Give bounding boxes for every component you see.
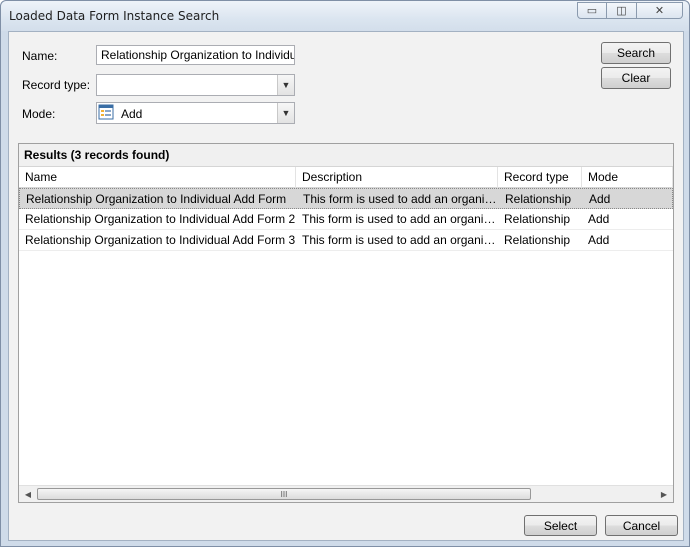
table-row[interactable]: Relationship Organization to Individual …: [19, 209, 673, 230]
name-label: Name:: [22, 49, 58, 63]
column-header-record-type[interactable]: Record type: [498, 167, 582, 188]
dialog-window: Loaded Data Form Instance Search ▭ ◫ ✕ N…: [0, 0, 690, 547]
scroll-right-icon[interactable]: ▶: [657, 488, 671, 500]
cell-mode: Add: [588, 212, 610, 226]
minimize-icon: ▭: [586, 5, 598, 17]
cell-record-type: Relationship: [505, 192, 572, 206]
cell-record-type: Relationship: [504, 212, 571, 226]
window-title: Loaded Data Form Instance Search: [9, 9, 220, 23]
cell-mode: Add: [588, 233, 610, 247]
cell-mode: Add: [589, 192, 611, 206]
close-button[interactable]: ✕: [637, 2, 683, 19]
close-icon: ✕: [654, 5, 665, 17]
column-header-description[interactable]: Description: [296, 167, 498, 188]
cell-name: Relationship Organization to Individual …: [25, 233, 296, 247]
title-bar[interactable]: Loaded Data Form Instance Search ▭ ◫ ✕: [1, 1, 689, 31]
record-type-dropdown-button[interactable]: ▼: [277, 75, 294, 95]
caption-buttons: ▭ ◫ ✕: [577, 2, 683, 20]
cell-name: Relationship Organization to Individual …: [25, 212, 296, 226]
cell-description: This form is used to add an organizati..…: [302, 233, 498, 247]
maximize-button[interactable]: ◫: [607, 2, 637, 19]
results-panel: Results (3 records found) Name Descripti…: [18, 143, 674, 503]
cell-description: This form is used to add an organizati..…: [302, 212, 498, 226]
record-type-label: Record type:: [22, 78, 91, 92]
cell-description: This form is used to add an organizati..…: [303, 192, 499, 206]
minimize-button[interactable]: ▭: [577, 2, 607, 19]
mode-label: Mode:: [22, 107, 56, 121]
results-title: Results (3 records found): [19, 144, 673, 166]
mode-dropdown-button[interactable]: ▼: [277, 103, 294, 123]
clear-button[interactable]: Clear: [601, 67, 671, 89]
table-row[interactable]: Relationship Organization to Individual …: [19, 230, 673, 251]
horizontal-scrollbar[interactable]: ◀ III ▶: [19, 485, 673, 502]
chevron-down-icon: ▼: [281, 108, 291, 118]
form-icon: [98, 104, 114, 120]
scroll-left-icon[interactable]: ◀: [21, 488, 35, 500]
cell-name: Relationship Organization to Individual …: [26, 192, 287, 206]
results-grid-header: Name Description Record type Mode: [19, 166, 673, 188]
search-button[interactable]: Search: [601, 42, 671, 64]
mode-value: Add: [121, 107, 143, 121]
grip-icon: III: [280, 489, 288, 499]
scrollbar-thumb[interactable]: III: [37, 488, 531, 500]
name-input[interactable]: Relationship Organization to Individual …: [96, 45, 295, 65]
maximize-icon: ◫: [616, 5, 627, 17]
select-button[interactable]: Select: [524, 515, 597, 536]
cell-record-type: Relationship: [504, 233, 571, 247]
mode-select[interactable]: Add ▼: [96, 102, 295, 124]
dialog-body: Name: Relationship Organization to Indiv…: [8, 31, 684, 541]
record-type-select[interactable]: ▼: [96, 74, 295, 96]
column-header-name[interactable]: Name: [19, 167, 296, 188]
cancel-button[interactable]: Cancel: [605, 515, 678, 536]
chevron-down-icon: ▼: [281, 80, 291, 90]
column-header-mode[interactable]: Mode: [582, 167, 673, 188]
table-row[interactable]: Relationship Organization to Individual …: [19, 188, 673, 209]
